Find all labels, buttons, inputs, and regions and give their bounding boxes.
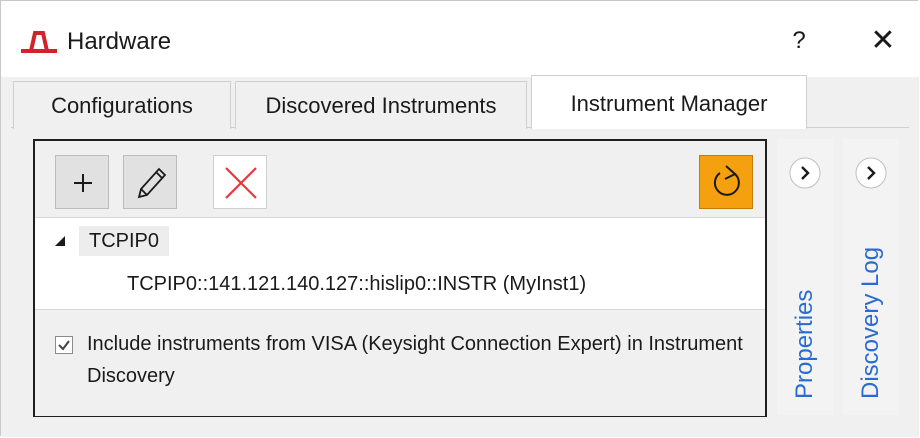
edit-button[interactable] xyxy=(123,155,177,209)
app-logo-icon xyxy=(21,29,57,53)
close-button[interactable]: ✕ xyxy=(857,21,909,61)
expand-triangle-icon[interactable] xyxy=(53,232,69,248)
title-bar[interactable]: Hardware ? ✕ xyxy=(1,1,919,77)
discovery-log-side-panel[interactable]: Discovery Log xyxy=(843,139,899,415)
include-visa-label[interactable]: Include instruments from VISA (Keysight … xyxy=(87,328,757,392)
hardware-window: Hardware ? ✕ Configurations Discovered I… xyxy=(0,0,919,437)
tab-discovered-instruments[interactable]: Discovered Instruments xyxy=(235,81,527,129)
instrument-tree[interactable]: TCPIP0 TCPIP0::141.121.140.127::hislip0:… xyxy=(35,217,765,310)
tree-node-instrument[interactable]: TCPIP0::141.121.140.127::hislip0::INSTR … xyxy=(127,270,586,298)
instrument-manager-panel: TCPIP0 TCPIP0::141.121.140.127::hislip0:… xyxy=(33,139,767,417)
help-button[interactable]: ? xyxy=(777,21,821,61)
refresh-button[interactable] xyxy=(699,155,753,209)
discovery-log-label[interactable]: Discovery Log xyxy=(857,247,885,399)
include-visa-checkbox[interactable] xyxy=(55,336,73,354)
chevron-right-icon[interactable] xyxy=(853,155,889,191)
window-title: Hardware xyxy=(67,28,172,55)
tab-instrument-manager[interactable]: Instrument Manager xyxy=(531,75,807,129)
tree-node-tcpip0[interactable]: TCPIP0 xyxy=(79,226,170,256)
discovery-option-area: Include instruments from VISA (Keysight … xyxy=(35,309,765,416)
properties-side-panel[interactable]: Properties xyxy=(777,139,833,415)
chevron-right-icon[interactable] xyxy=(787,155,823,191)
add-button[interactable] xyxy=(55,155,109,209)
tab-configurations[interactable]: Configurations xyxy=(13,81,231,129)
delete-button[interactable] xyxy=(213,155,267,209)
properties-label[interactable]: Properties xyxy=(791,290,819,399)
toolbar xyxy=(35,141,765,217)
